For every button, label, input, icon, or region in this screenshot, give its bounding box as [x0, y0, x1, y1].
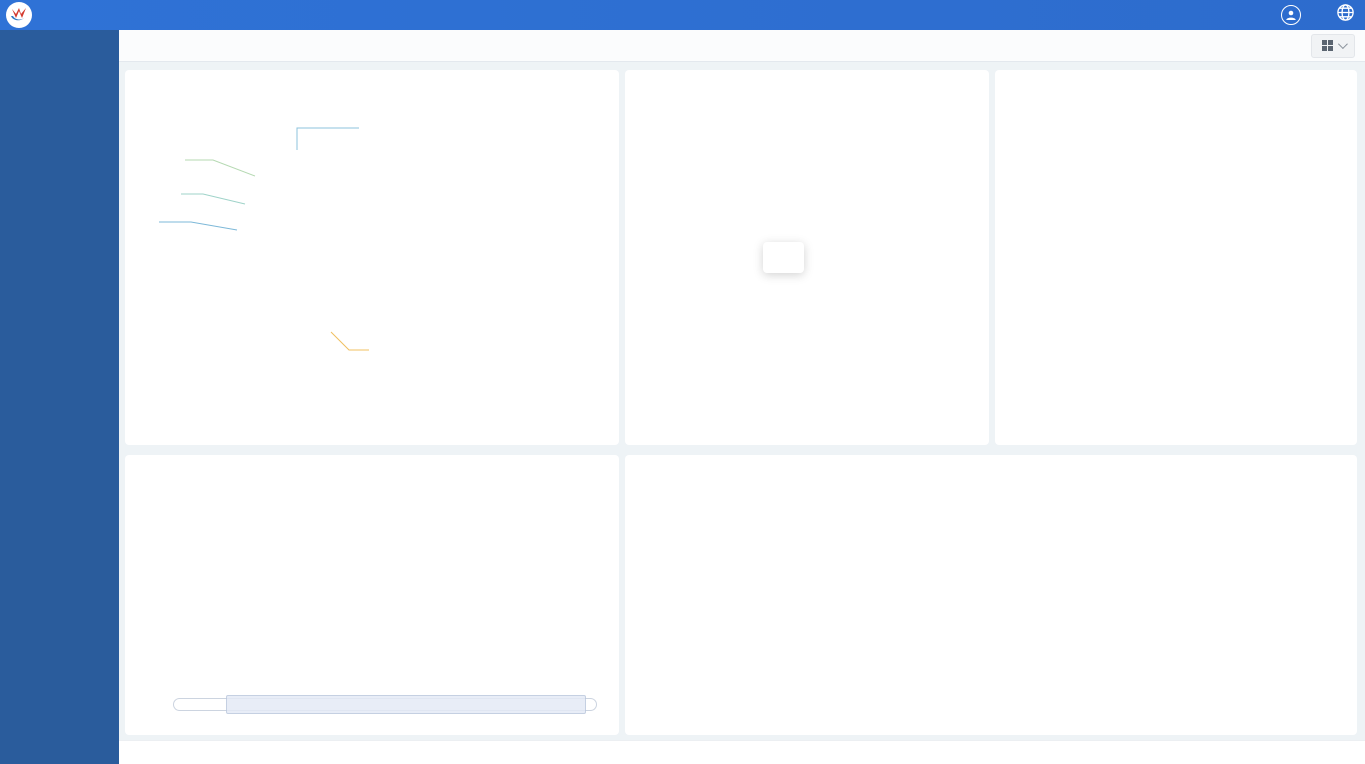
tab-bar [119, 30, 1365, 62]
donut [204, 147, 396, 339]
chart-tooltip [763, 242, 804, 273]
panel-work-order-type [625, 70, 989, 445]
panel-work-order-disposal [125, 455, 619, 735]
user-menu[interactable] [1281, 5, 1306, 25]
leader-lines [125, 70, 619, 445]
datazoom-selection[interactable] [226, 695, 586, 714]
history-stacked-chart [625, 455, 1357, 735]
language-globe-icon[interactable] [1336, 3, 1355, 27]
disposal-bar-chart [125, 455, 619, 735]
panel-work-order-source [125, 70, 619, 445]
dashboard [119, 62, 1365, 740]
panel-timeliness-rate [995, 70, 1357, 445]
chevron-down-icon [1337, 39, 1347, 49]
app-logo-icon [6, 2, 32, 28]
source-donut-chart [125, 70, 619, 445]
panel-history [625, 455, 1357, 735]
type-bar-chart [625, 70, 989, 445]
avatar-icon [1281, 5, 1301, 25]
layout-switcher-button[interactable] [1311, 34, 1355, 58]
sidebar [0, 30, 119, 764]
app-header [0, 0, 1365, 30]
rate-gauges [995, 70, 1357, 445]
datazoom-slider[interactable] [173, 698, 597, 711]
grid-icon [1322, 40, 1333, 51]
copyright-footer [119, 740, 1365, 764]
tooltip-series-dot [775, 255, 784, 264]
